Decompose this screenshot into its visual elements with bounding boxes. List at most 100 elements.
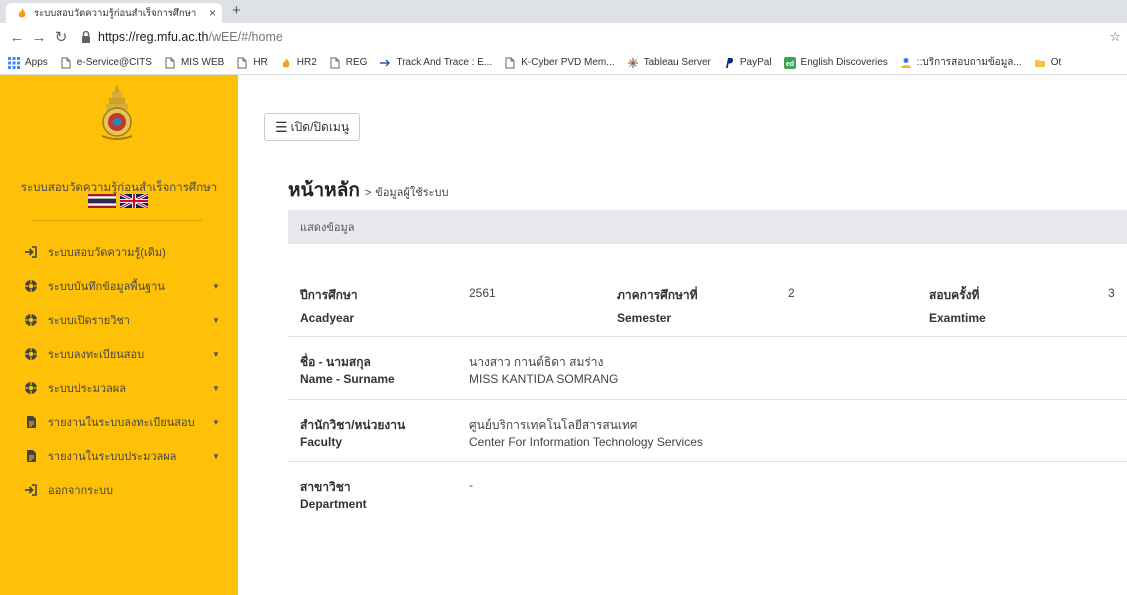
sidebar-menu-item[interactable]: ระบบเปิดรายวิชา ▼ bbox=[0, 303, 238, 337]
row-divider bbox=[288, 336, 1127, 337]
faculty-value-th: ศูนย์บริการเทคโนโลยีสารสนเทศ bbox=[469, 418, 638, 432]
bookmark-label: K-Cyber PVD Mem... bbox=[521, 57, 615, 68]
tableau-icon bbox=[627, 57, 639, 69]
panel-header: แสดงข้อมูล bbox=[288, 210, 1127, 244]
caret-down-icon: ▼ bbox=[212, 451, 220, 461]
flame-icon bbox=[280, 57, 292, 69]
bookmark-item[interactable]: ed English Discoveries bbox=[783, 56, 888, 69]
forward-icon[interactable]: → bbox=[28, 29, 50, 46]
sidebar-menu-label: รายงานในระบบประมวลผล bbox=[48, 451, 177, 463]
sidebar-menu-label: ออกจากระบบ bbox=[48, 485, 113, 497]
settings-icon bbox=[24, 381, 38, 395]
browser-tab[interactable]: ระบบสอบวัดความรู้ก่อนสำเร็จการศึกษา × bbox=[6, 3, 222, 23]
sidebar-menu-item[interactable]: รายงานในระบบลงทะเบียนสอบ ▼ bbox=[0, 405, 238, 439]
faculty-label-en: Faculty bbox=[300, 435, 343, 449]
bookmark-label: e-Service@CITS bbox=[76, 57, 152, 68]
flame-icon bbox=[18, 8, 26, 18]
bookmark-item[interactable]: REG bbox=[329, 57, 367, 69]
url-host: https://reg.mfu.ac.th bbox=[98, 30, 209, 44]
semester-label-en: Semester bbox=[617, 311, 672, 325]
semester-label-th: ภาคการศึกษาที่ bbox=[617, 288, 698, 302]
menu-toggle-label: เปิด/ปิดเมนู bbox=[290, 119, 350, 134]
semester-value: 2 bbox=[788, 286, 795, 300]
acadyear-label-en: Acadyear bbox=[300, 311, 355, 325]
department-value: - bbox=[469, 478, 473, 492]
bookmark-item[interactable]: e-Service@CITS bbox=[60, 57, 152, 69]
sidebar-menu-item[interactable]: ระบบบันทึกข้อมูลพื้นฐาน ▼ bbox=[0, 269, 238, 303]
bookmark-label: Tableau Server bbox=[643, 57, 711, 68]
folder-icon bbox=[1034, 57, 1046, 69]
acadyear-label-th: ปีการศึกษา bbox=[300, 288, 358, 302]
acadyear-value: 2561 bbox=[469, 286, 496, 300]
sign-out-icon bbox=[24, 483, 38, 497]
apps-grid-icon bbox=[8, 56, 20, 69]
sign-out-icon bbox=[24, 245, 38, 259]
uk-flag-icon[interactable] bbox=[120, 194, 148, 208]
department-label-th: สาขาวิชา bbox=[300, 480, 351, 494]
bookmarks-bar: Apps e-Service@CITS MIS WEB HR HR2 REG Track A… bbox=[0, 51, 1127, 75]
name-value-en: MISS KANTIDA SOMRANG bbox=[469, 372, 619, 386]
page-icon bbox=[329, 57, 341, 69]
hamburger-icon: ☰ bbox=[275, 118, 288, 135]
sidebar-menu-label: ระบบประมวลผล bbox=[48, 383, 126, 395]
sidebar-menu-item[interactable]: ระบบสอบวัดความรู้(เดิม) bbox=[0, 235, 238, 269]
row-divider bbox=[288, 461, 1127, 462]
bookmark-item[interactable]: Tableau Server bbox=[627, 57, 711, 69]
person-icon bbox=[900, 57, 912, 69]
bookmark-item[interactable]: K-Cyber PVD Mem... bbox=[504, 57, 615, 69]
arrow-icon bbox=[379, 57, 391, 69]
settings-icon bbox=[24, 313, 38, 327]
sidebar-menu-label: รายงานในระบบลงทะเบียนสอบ bbox=[48, 417, 195, 429]
row-divider bbox=[288, 399, 1127, 400]
name-label-en: Name - Surname bbox=[300, 372, 395, 386]
bookmark-item[interactable]: MIS WEB bbox=[164, 57, 224, 69]
sidebar-menu-item[interactable]: ระบบลงทะเบียนสอบ ▼ bbox=[0, 337, 238, 371]
lock-icon bbox=[82, 30, 90, 43]
page-icon bbox=[60, 57, 72, 69]
bookmark-label: HR2 bbox=[296, 57, 317, 68]
new-tab-button[interactable]: + bbox=[232, 2, 241, 19]
caret-down-icon: ▼ bbox=[212, 281, 220, 291]
tab-close-icon[interactable]: × bbox=[209, 6, 216, 20]
settings-icon bbox=[24, 279, 38, 293]
bookmark-item[interactable]: Track And Trace : E... bbox=[379, 57, 492, 69]
bookmark-item[interactable]: Apps bbox=[8, 56, 48, 69]
examtime-label-en: Examtime bbox=[929, 311, 986, 325]
faculty-value-en: Center For Information Technology Servic… bbox=[469, 435, 703, 449]
bookmark-label: ::บริการสอบถามข้อมูล... bbox=[916, 57, 1022, 68]
department-label-en: Department bbox=[300, 497, 367, 511]
name-value-th: นางสาว กานต์ธิดา สมร่าง bbox=[469, 355, 604, 369]
sidebar-menu-item[interactable]: ออกจากระบบ bbox=[0, 473, 238, 507]
sidebar-divider bbox=[32, 220, 202, 221]
file-icon bbox=[24, 415, 38, 429]
bookmark-item[interactable]: HR bbox=[236, 57, 268, 69]
university-seal-logo bbox=[101, 84, 133, 140]
bookmark-item[interactable]: Ot bbox=[1034, 57, 1061, 69]
page-icon bbox=[164, 57, 176, 69]
reload-icon[interactable]: ↻ bbox=[50, 28, 72, 46]
caret-down-icon: ▼ bbox=[212, 417, 220, 427]
bookmark-star-icon[interactable]: ☆ bbox=[1109, 29, 1121, 45]
sidebar-menu-item[interactable]: ระบบประมวลผล ▼ bbox=[0, 371, 238, 405]
bookmark-item[interactable]: HR2 bbox=[280, 57, 317, 69]
bookmark-item[interactable]: ::บริการสอบถามข้อมูล... bbox=[900, 55, 1022, 70]
back-icon[interactable]: ← bbox=[6, 29, 28, 46]
bookmark-label: Track And Trace : E... bbox=[396, 57, 493, 68]
examtime-value: 3 bbox=[1108, 286, 1115, 300]
paypal-icon bbox=[723, 57, 735, 69]
sidebar-menu-label: ระบบลงทะเบียนสอบ bbox=[48, 349, 145, 361]
examtime-label-th: สอบครั้งที่ bbox=[929, 288, 980, 302]
page-title: หน้าหลัก bbox=[288, 180, 360, 201]
caret-down-icon: ▼ bbox=[212, 315, 220, 325]
bookmark-item[interactable]: PayPal bbox=[723, 57, 772, 69]
address-bar[interactable]: https://reg.mfu.ac.th/wEE/#/home ☆ bbox=[80, 26, 1121, 48]
page-icon bbox=[236, 57, 248, 69]
browser-toolbar: ← → ↻ https://reg.mfu.ac.th/wEE/#/home ☆ bbox=[0, 23, 1127, 51]
main-content: ☰ เปิด/ปิดเมนู หน้าหลัก > ข้อมูลผู้ใช้ระ… bbox=[238, 75, 1127, 595]
thai-flag-icon[interactable] bbox=[88, 194, 116, 208]
sidebar-menu: ระบบสอบวัดความรู้(เดิม) ระบบบันทึกข้อมูลพ… bbox=[0, 235, 238, 507]
caret-down-icon: ▼ bbox=[212, 349, 220, 359]
menu-toggle-button[interactable]: ☰ เปิด/ปิดเมนู bbox=[264, 113, 361, 141]
sidebar-menu-item[interactable]: รายงานในระบบประมวลผล ▼ bbox=[0, 439, 238, 473]
page-icon bbox=[504, 57, 516, 69]
